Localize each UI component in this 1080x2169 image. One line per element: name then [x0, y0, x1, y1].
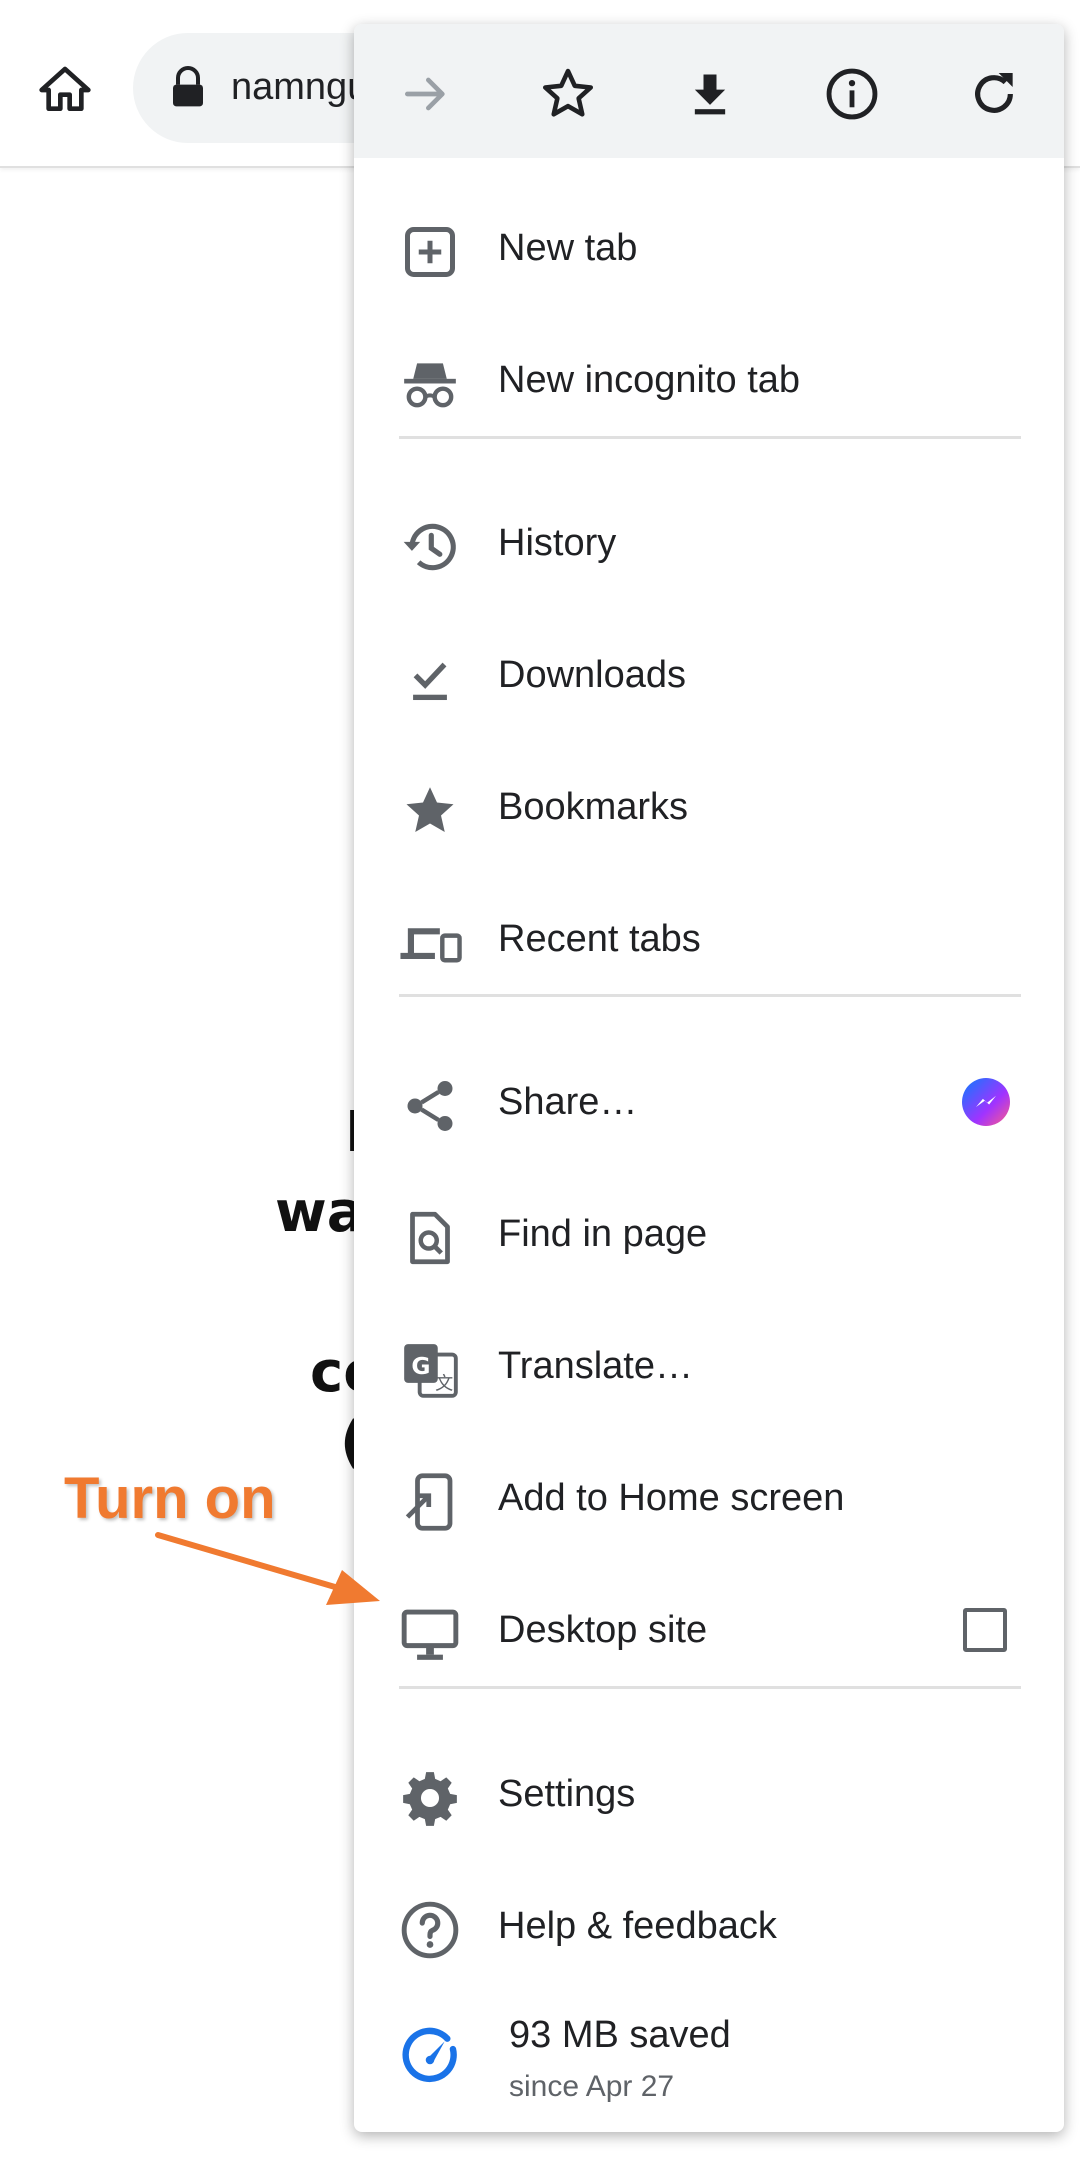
menu-item-label: Settings: [498, 1773, 636, 1815]
menu-item-label: Find in page: [498, 1213, 708, 1255]
menu-item-settings[interactable]: Settings: [354, 1730, 1064, 1862]
menu-item-label: Downloads: [498, 654, 686, 696]
bookmarks-star-icon: [398, 779, 462, 843]
desktop-icon: [398, 1602, 462, 1666]
home-icon: [39, 66, 91, 111]
lock-icon: [173, 66, 203, 107]
downloads-icon: [398, 647, 462, 711]
share-icon: [398, 1074, 462, 1138]
menu-item-downloads[interactable]: Downloads: [354, 611, 1064, 743]
messenger-icon: [976, 1095, 996, 1107]
menu-item-data-saver[interactable]: 93 MB saved since Apr 27: [354, 1994, 1064, 2126]
data-saved-since: since Apr 27: [509, 2070, 675, 2103]
gear-icon: [398, 1766, 462, 1830]
menu-divider: [399, 436, 1021, 439]
forward-icon: [405, 77, 445, 111]
menu-item-help-feedback[interactable]: Help & feedback: [354, 1862, 1064, 1994]
bookmark-page-button[interactable]: [528, 54, 608, 134]
menu-item-label: Add to Home screen: [498, 1477, 845, 1519]
history-icon: [398, 515, 462, 579]
menu-item-add-to-home-screen[interactable]: Add to Home screen: [354, 1434, 1064, 1566]
menu-item-label: Recent tabs: [498, 918, 701, 960]
translate-icon: G 文: [398, 1338, 462, 1402]
find-in-page-icon: [398, 1206, 462, 1270]
refresh-icon: [975, 73, 1013, 113]
menu-item-share[interactable]: Share…: [354, 1038, 1064, 1170]
download-page-button[interactable]: [670, 54, 750, 134]
incognito-icon: [398, 352, 462, 416]
recent-tabs-icon: [398, 911, 462, 975]
data-saver-gauge-icon: [398, 2024, 462, 2088]
new-tab-icon: [398, 220, 462, 284]
home-button[interactable]: [30, 50, 100, 130]
annotation-arrow-icon: [155, 1532, 380, 1605]
overflow-menu: New tab New incognito tab History Downlo…: [354, 24, 1064, 2132]
menu-item-recent-tabs[interactable]: Recent tabs: [354, 875, 1064, 1007]
bookmark-star-icon: [542, 68, 594, 117]
messenger-share-shortcut[interactable]: [962, 1078, 1010, 1126]
menu-divider: [399, 1686, 1021, 1689]
menu-item-translate[interactable]: G 文 Translate…: [354, 1302, 1064, 1434]
page-text-fragment: wa: [275, 1180, 365, 1245]
svg-text:G: G: [411, 1353, 430, 1380]
menu-item-label: History: [498, 522, 617, 564]
menu-item-bookmarks[interactable]: Bookmarks: [354, 743, 1064, 875]
menu-item-new-tab[interactable]: New tab: [354, 184, 1064, 316]
url-text: namngu: [231, 66, 369, 108]
menu-item-label: New tab: [498, 227, 638, 269]
help-icon: [398, 1898, 462, 1962]
page-info-button[interactable]: [812, 54, 892, 134]
info-icon: [826, 68, 878, 120]
desktop-site-checkbox[interactable]: [963, 1608, 1007, 1652]
menu-item-label: Bookmarks: [498, 786, 689, 828]
menu-item-desktop-site[interactable]: Desktop site: [354, 1566, 1064, 1698]
menu-toolbar: [354, 24, 1064, 158]
menu-item-find-in-page[interactable]: Find in page: [354, 1170, 1064, 1302]
menu-item-label: Translate…: [498, 1345, 693, 1387]
svg-text:文: 文: [435, 1373, 453, 1394]
download-icon: [694, 74, 726, 115]
forward-button[interactable]: [386, 54, 466, 134]
menu-divider: [399, 994, 1021, 997]
menu-item-label: Share…: [498, 1081, 638, 1123]
menu-item-label: Help & feedback: [498, 1905, 777, 1947]
menu-item-label: New incognito tab: [498, 359, 801, 401]
refresh-button[interactable]: [954, 54, 1034, 134]
annotation-label: Turn on: [64, 1466, 276, 1531]
add-to-home-icon: [398, 1470, 462, 1534]
data-saved-amount: 93 MB saved: [509, 2014, 731, 2056]
menu-item-history[interactable]: History: [354, 479, 1064, 611]
menu-item-label: Desktop site: [498, 1609, 708, 1651]
menu-item-new-incognito-tab[interactable]: New incognito tab: [354, 316, 1064, 448]
